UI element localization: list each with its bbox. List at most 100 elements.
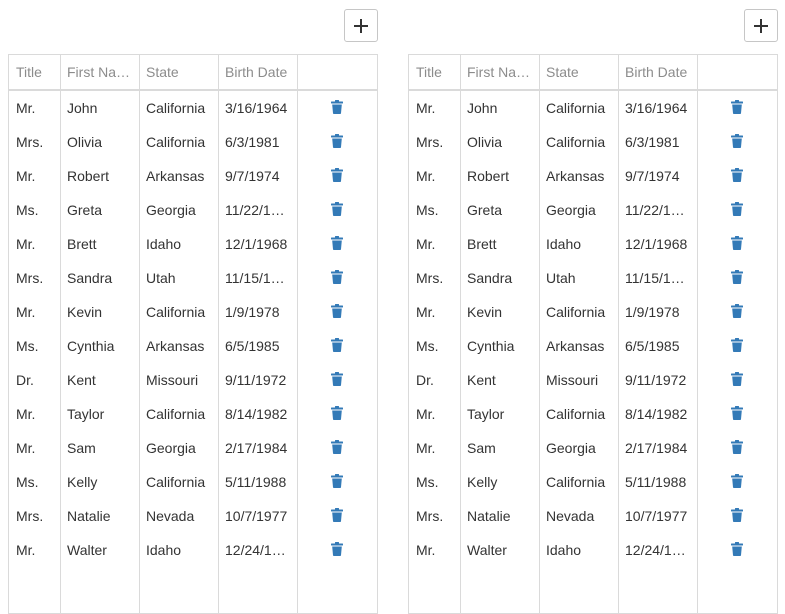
- table-cell[interactable]: 11/22/1…: [618, 193, 697, 227]
- table-cell[interactable]: Mr.: [9, 295, 60, 329]
- table-cell[interactable]: California: [539, 465, 618, 499]
- delete-button[interactable]: [297, 159, 377, 193]
- table-cell[interactable]: Kevin: [460, 295, 539, 329]
- table-cell[interactable]: California: [139, 125, 218, 159]
- table-cell[interactable]: Walter: [60, 533, 139, 567]
- table-cell[interactable]: Nevada: [139, 499, 218, 533]
- delete-button[interactable]: [297, 295, 377, 329]
- table-row[interactable]: Mrs. Olivia California 6/3/1981: [409, 125, 777, 159]
- table-cell[interactable]: Kelly: [60, 465, 139, 499]
- table-row[interactable]: Mr. Taylor California 8/14/1982: [9, 397, 377, 431]
- delete-button[interactable]: [697, 91, 777, 125]
- table-row[interactable]: Ms. Cynthia Arkansas 6/5/1985: [409, 329, 777, 363]
- table-cell[interactable]: 9/7/1974: [218, 159, 297, 193]
- table-cell[interactable]: Utah: [539, 261, 618, 295]
- table-cell[interactable]: 3/16/1964: [218, 91, 297, 125]
- table-cell[interactable]: Cynthia: [460, 329, 539, 363]
- table-cell[interactable]: Georgia: [139, 431, 218, 465]
- table-row[interactable]: Ms. Greta Georgia 11/22/1…: [9, 193, 377, 227]
- table-cell[interactable]: 8/14/1982: [218, 397, 297, 431]
- table-cell[interactable]: 12/24/1…: [618, 533, 697, 567]
- column-header[interactable]: State: [139, 55, 218, 89]
- table-cell[interactable]: Mrs.: [9, 499, 60, 533]
- table-cell[interactable]: Kent: [460, 363, 539, 397]
- table-cell[interactable]: California: [539, 295, 618, 329]
- trash-icon[interactable]: [331, 507, 343, 525]
- table-cell[interactable]: Idaho: [139, 227, 218, 261]
- trash-icon[interactable]: [331, 473, 343, 491]
- table-cell[interactable]: 1/9/1978: [218, 295, 297, 329]
- column-header[interactable]: First Na…: [460, 55, 539, 89]
- trash-icon[interactable]: [331, 439, 343, 457]
- table-cell[interactable]: Mr.: [409, 159, 460, 193]
- table-cell[interactable]: Mrs.: [409, 499, 460, 533]
- delete-button[interactable]: [697, 329, 777, 363]
- delete-button[interactable]: [697, 261, 777, 295]
- table-cell[interactable]: Missouri: [139, 363, 218, 397]
- table-cell[interactable]: Ms.: [409, 329, 460, 363]
- table-cell[interactable]: Mrs.: [9, 125, 60, 159]
- table-cell[interactable]: 2/17/1984: [618, 431, 697, 465]
- column-header[interactable]: First Na…: [60, 55, 139, 89]
- table-cell[interactable]: 6/5/1985: [218, 329, 297, 363]
- table-cell[interactable]: Arkansas: [139, 159, 218, 193]
- delete-button[interactable]: [697, 499, 777, 533]
- delete-button[interactable]: [297, 533, 377, 567]
- table-cell[interactable]: Nevada: [539, 499, 618, 533]
- table-cell[interactable]: Sandra: [460, 261, 539, 295]
- table-cell[interactable]: Mrs.: [409, 261, 460, 295]
- table-cell[interactable]: Mr.: [9, 91, 60, 125]
- table-cell[interactable]: Sam: [460, 431, 539, 465]
- table-cell[interactable]: Mrs.: [409, 125, 460, 159]
- table-cell[interactable]: 12/24/1…: [218, 533, 297, 567]
- trash-icon[interactable]: [331, 371, 343, 389]
- table-row[interactable]: Mrs. Sandra Utah 11/15/1…: [9, 261, 377, 295]
- table-cell[interactable]: 6/3/1981: [618, 125, 697, 159]
- table-cell[interactable]: Georgia: [139, 193, 218, 227]
- trash-icon[interactable]: [731, 507, 743, 525]
- table-cell[interactable]: Taylor: [460, 397, 539, 431]
- table-row[interactable]: Mr. Walter Idaho 12/24/1…: [409, 533, 777, 567]
- trash-icon[interactable]: [331, 541, 343, 559]
- table-cell[interactable]: Brett: [60, 227, 139, 261]
- table-cell[interactable]: 9/11/1972: [618, 363, 697, 397]
- delete-button[interactable]: [297, 397, 377, 431]
- table-cell[interactable]: 11/15/1…: [618, 261, 697, 295]
- table-cell[interactable]: California: [539, 91, 618, 125]
- table-cell[interactable]: Mr.: [409, 397, 460, 431]
- table-cell[interactable]: California: [139, 295, 218, 329]
- table-cell[interactable]: Mr.: [9, 533, 60, 567]
- table-cell[interactable]: 11/22/1…: [218, 193, 297, 227]
- table-row[interactable]: Mr. Walter Idaho 12/24/1…: [9, 533, 377, 567]
- table-row[interactable]: Mr. Robert Arkansas 9/7/1974: [9, 159, 377, 193]
- table-cell[interactable]: Natalie: [60, 499, 139, 533]
- trash-icon[interactable]: [731, 473, 743, 491]
- column-header[interactable]: Title: [409, 55, 460, 89]
- table-cell[interactable]: 2/17/1984: [218, 431, 297, 465]
- table-cell[interactable]: John: [60, 91, 139, 125]
- trash-icon[interactable]: [731, 371, 743, 389]
- table-row[interactable]: Ms. Kelly California 5/11/1988: [9, 465, 377, 499]
- table-row[interactable]: Ms. Kelly California 5/11/1988: [409, 465, 777, 499]
- table-row[interactable]: Mrs. Natalie Nevada 10/7/1977: [9, 499, 377, 533]
- table-cell[interactable]: Olivia: [60, 125, 139, 159]
- table-cell[interactable]: Mrs.: [9, 261, 60, 295]
- trash-icon[interactable]: [331, 201, 343, 219]
- table-cell[interactable]: Dr.: [409, 363, 460, 397]
- table-cell[interactable]: 1/9/1978: [618, 295, 697, 329]
- trash-icon[interactable]: [731, 201, 743, 219]
- table-row[interactable]: Mr. John California 3/16/1964: [409, 91, 777, 125]
- table-cell[interactable]: Mr.: [409, 533, 460, 567]
- table-cell[interactable]: California: [139, 397, 218, 431]
- delete-button[interactable]: [697, 431, 777, 465]
- table-cell[interactable]: 12/1/1968: [218, 227, 297, 261]
- table-cell[interactable]: 10/7/1977: [618, 499, 697, 533]
- trash-icon[interactable]: [331, 337, 343, 355]
- table-cell[interactable]: Arkansas: [539, 329, 618, 363]
- table-row[interactable]: Dr. Kent Missouri 9/11/1972: [409, 363, 777, 397]
- trash-icon[interactable]: [731, 439, 743, 457]
- add-row-button[interactable]: [344, 9, 378, 42]
- table-cell[interactable]: Dr.: [9, 363, 60, 397]
- trash-icon[interactable]: [731, 269, 743, 287]
- table-cell[interactable]: Olivia: [460, 125, 539, 159]
